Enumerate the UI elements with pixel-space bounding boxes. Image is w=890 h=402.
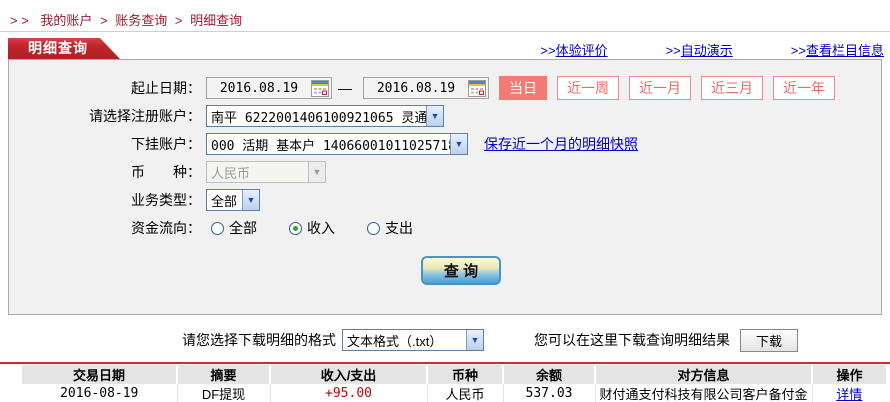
- breadcrumb-separator: >: [100, 13, 108, 28]
- link-label: 查看栏目信息: [805, 43, 884, 58]
- register-account-select[interactable]: 南平 6222001406100921065 灵通卡 ▼: [206, 105, 444, 127]
- breadcrumb-item-my-account[interactable]: 我的账户: [40, 13, 92, 28]
- tab-detail-query[interactable]: 明细查询: [8, 38, 120, 59]
- column-header-amount: 收入/支出: [269, 365, 427, 384]
- link-arrows: >>: [540, 43, 556, 58]
- radio-label: 全部: [229, 220, 257, 236]
- fund-flow-option-expense[interactable]: 支出: [367, 218, 413, 238]
- register-account-row: 请选择注册账户： 南平 6222001406100921065 灵通卡 ▼: [9, 102, 881, 130]
- table-row: 2016-08-19 DF提现 +95.00 人民币 537.03 财付通支付科…: [22, 384, 886, 402]
- breadcrumb-prefix: > >: [10, 13, 29, 28]
- divider: [0, 31, 890, 32]
- business-type-select[interactable]: 全部 ▼: [206, 189, 260, 211]
- business-type-value: 全部: [211, 193, 238, 209]
- save-monthly-snapshot-link[interactable]: 保存近一个月的明细快照: [484, 134, 638, 154]
- detail-query-page: > > 我的账户 > 账务查询 > 明细查询 明细查询 >>体验评价 >>自动演…: [0, 0, 890, 402]
- sub-account-select[interactable]: 000 活期 基本户 1406600101102571848 ▼: [206, 133, 468, 155]
- register-account-label: 请选择注册账户：: [89, 108, 201, 124]
- download-format-label: 请您选择下载明细的格式: [182, 332, 336, 348]
- table-header-row: 交易日期 摘要 收入/支出 币种 余额 对方信息 操作: [22, 365, 886, 384]
- currency-value: 人民币: [211, 165, 251, 181]
- business-type-row: 业务类型： 全部 ▼: [9, 186, 881, 214]
- quick-range-today-button[interactable]: 当日: [499, 76, 547, 100]
- breadcrumb-item-account-query[interactable]: 账务查询: [115, 13, 167, 28]
- link-label: 自动演示: [680, 43, 733, 58]
- radio-label: 收入: [307, 220, 335, 236]
- calendar-icon[interactable]: [311, 79, 329, 97]
- quick-range-last-year-button[interactable]: 近一年: [773, 76, 835, 100]
- fund-flow-label: 资金流向：: [131, 220, 201, 236]
- quick-range-last-3-months-button[interactable]: 近三月: [701, 76, 763, 100]
- currency-select: 人民币 ▼: [206, 161, 326, 183]
- register-account-value: 南平 6222001406100921065 灵通卡: [211, 110, 426, 126]
- link-arrows: >>: [790, 43, 806, 58]
- column-header-action: 操作: [811, 365, 886, 384]
- fund-flow-row: 资金流向： 全部 收入 支出: [9, 214, 881, 242]
- auto-demo-link[interactable]: >>自动演示: [666, 40, 733, 59]
- end-date-input[interactable]: 2016.08.19: [363, 77, 489, 99]
- chevron-down-icon[interactable]: ▼: [466, 330, 483, 350]
- sub-account-value: 000 活期 基本户 1406600101102571848: [211, 138, 450, 154]
- section-header: 明细查询 >>体验评价 >>自动演示 >>查看栏目信息: [0, 38, 890, 59]
- cell-date: 2016-08-19: [22, 384, 177, 402]
- chevron-down-icon[interactable]: ▼: [242, 190, 259, 210]
- download-button[interactable]: 下载: [740, 328, 798, 352]
- end-date-value: 2016.08.19: [376, 80, 456, 96]
- column-header-counterparty: 对方信息: [594, 365, 812, 384]
- cell-summary: DF提现: [176, 384, 270, 402]
- cell-amount: +95.00: [269, 384, 427, 402]
- date-separator: —: [338, 80, 352, 96]
- query-form-panel: 起止日期： 2016.08.19 — 2016.08.19 当日 近一周 近一月…: [8, 59, 882, 315]
- query-button[interactable]: 查 询: [421, 256, 501, 285]
- sub-account-label: 下挂账户：: [131, 136, 201, 152]
- fund-flow-option-income[interactable]: 收入: [289, 218, 335, 238]
- date-range-row: 起止日期： 2016.08.19 — 2016.08.19 当日 近一周 近一月…: [9, 74, 881, 102]
- download-hint: 您可以在这里下载查询明细结果: [534, 332, 730, 348]
- calendar-icon[interactable]: [468, 79, 486, 97]
- chevron-down-icon[interactable]: ▼: [450, 134, 467, 154]
- quick-range-last-month-button[interactable]: 近一月: [629, 76, 691, 100]
- column-header-balance: 余额: [502, 365, 595, 384]
- radio-icon[interactable]: [367, 221, 380, 235]
- radio-checked-icon[interactable]: [289, 221, 302, 235]
- chevron-down-icon[interactable]: ▼: [426, 106, 443, 126]
- column-header-summary: 摘要: [176, 365, 270, 384]
- download-format-select[interactable]: 文本格式（.txt） ▼: [342, 329, 484, 351]
- business-type-label: 业务类型：: [131, 192, 201, 208]
- view-column-info-link[interactable]: >>查看栏目信息: [791, 40, 884, 59]
- download-format-value: 文本格式（.txt）: [347, 333, 443, 349]
- breadcrumb-item-detail-query[interactable]: 明细查询: [190, 13, 242, 28]
- fund-flow-option-all[interactable]: 全部: [211, 218, 257, 238]
- header-links: >>体验评价 >>自动演示 >>查看栏目信息: [540, 40, 884, 59]
- column-header-date: 交易日期: [22, 365, 177, 384]
- cell-currency: 人民币: [426, 384, 503, 402]
- cell-counterparty: 财付通支付科技有限公司客户备付金: [594, 384, 812, 402]
- transaction-table: 交易日期 摘要 收入/支出 币种 余额 对方信息 操作 2016-08-19 D…: [22, 365, 886, 402]
- radio-icon[interactable]: [211, 221, 224, 235]
- column-header-currency: 币种: [426, 365, 503, 384]
- currency-row: 币 种： 人民币 ▼: [9, 158, 881, 186]
- radio-label: 支出: [385, 220, 413, 236]
- currency-label: 币 种：: [131, 164, 201, 180]
- query-button-row: 查 询: [9, 256, 881, 285]
- table-top-rule: [0, 362, 890, 364]
- breadcrumb-separator: >: [174, 13, 183, 28]
- detail-link[interactable]: 详情: [836, 387, 862, 402]
- cell-balance: 537.03: [502, 384, 595, 402]
- chevron-down-icon: ▼: [308, 162, 325, 182]
- download-row: 请您选择下载明细的格式 文本格式（.txt） ▼ 您可以在这里下载查询明细结果 …: [0, 327, 890, 353]
- cell-action: 详情: [811, 384, 886, 402]
- fund-flow-radio-group: 全部 收入 支出: [211, 218, 445, 238]
- link-arrows: >>: [665, 43, 681, 58]
- start-date-value: 2016.08.19: [219, 80, 299, 96]
- quick-range-last-week-button[interactable]: 近一周: [557, 76, 619, 100]
- date-range-label: 起止日期：: [131, 80, 201, 96]
- breadcrumb: > > 我的账户 > 账务查询 > 明细查询: [0, 0, 890, 28]
- sub-account-row: 下挂账户： 000 活期 基本户 1406600101102571848 ▼ 保…: [9, 130, 881, 158]
- link-label: 体验评价: [555, 43, 608, 58]
- experience-rating-link[interactable]: >>体验评价: [540, 40, 607, 59]
- start-date-input[interactable]: 2016.08.19: [206, 77, 332, 99]
